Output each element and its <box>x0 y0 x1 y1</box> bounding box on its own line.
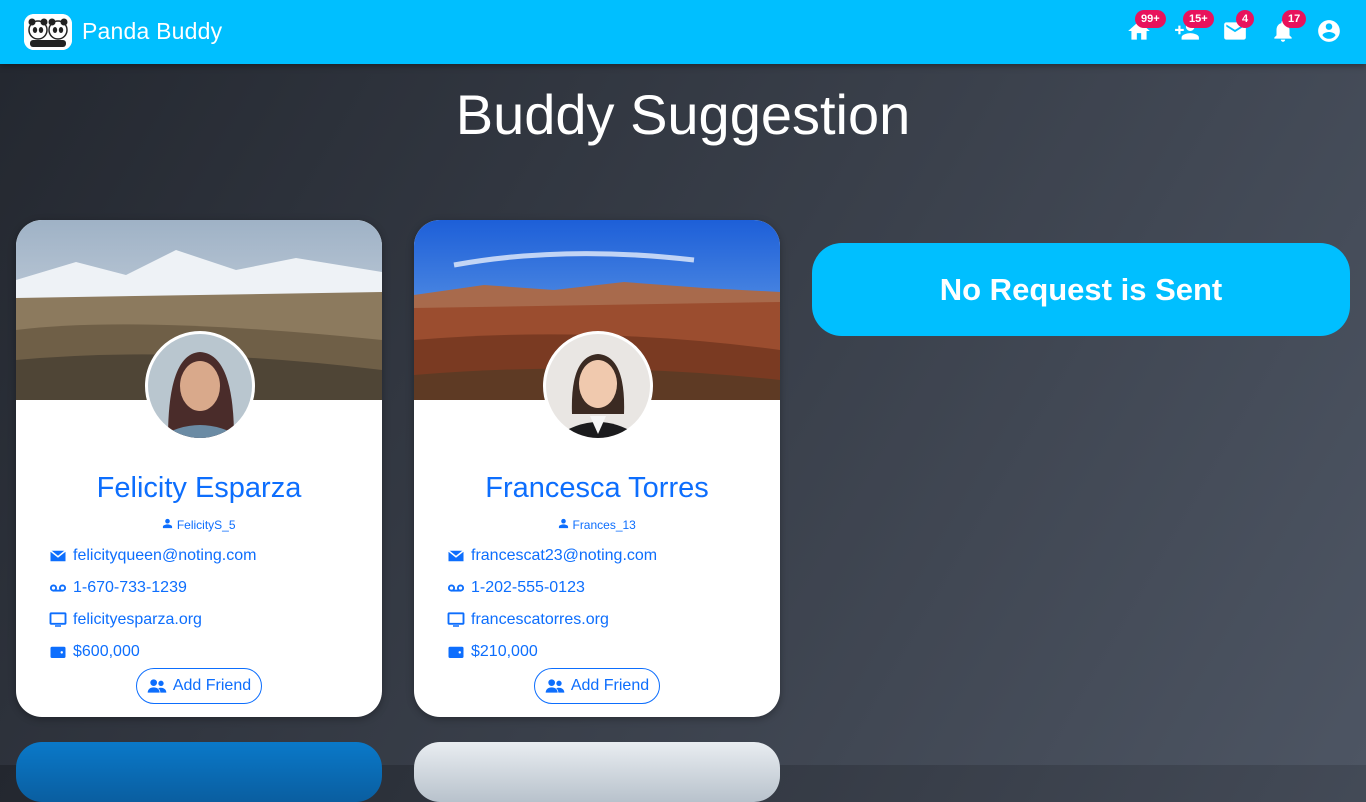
friend-request-icon[interactable]: 15+ <box>1174 10 1214 44</box>
desktop-icon <box>447 612 465 627</box>
mail-badge: 4 <box>1236 10 1255 28</box>
user-icon <box>163 518 173 529</box>
notification-badge: 17 <box>1282 10 1307 28</box>
buddy-card: Felicity Esparza FelicityS_5 felicityque… <box>16 220 382 717</box>
wallet-row: $600,000 <box>49 641 140 663</box>
phone-text: 1-670-733-1239 <box>73 579 187 596</box>
wallet-icon <box>50 646 66 658</box>
mail-icon[interactable]: 4 <box>1222 10 1255 44</box>
username-text: Frances_13 <box>572 518 636 532</box>
users-icon <box>147 679 167 693</box>
amount-text: $600,000 <box>73 643 140 660</box>
email-text: felicityqueen@noting.com <box>73 547 257 564</box>
user-icon <box>559 518 569 529</box>
phone-text: 1-202-555-0123 <box>471 579 585 596</box>
envelope-icon <box>448 550 464 562</box>
app-name[interactable]: Panda Buddy <box>82 18 222 45</box>
users-icon <box>545 679 565 693</box>
add-friend-label: Add Friend <box>570 677 650 694</box>
email-row[interactable]: felicityqueen@noting.com <box>49 545 256 567</box>
email-row[interactable]: francescat23@noting.com <box>447 545 657 567</box>
add-friend-label: Add Friend <box>172 677 252 694</box>
envelope-icon <box>50 550 66 562</box>
email-text: francescat23@noting.com <box>471 547 658 564</box>
buddy-card: Francesca Torres Frances_13 francescat23… <box>414 220 780 717</box>
no-request-panel: No Request is Sent <box>812 243 1350 336</box>
panda-logo-icon[interactable] <box>24 14 72 50</box>
phone-row[interactable]: 1-202-555-0123 <box>447 577 585 599</box>
voicemail-icon <box>49 584 67 592</box>
wallet-icon <box>448 646 464 658</box>
voicemail-icon <box>447 584 465 592</box>
avatar <box>543 331 653 441</box>
buddy-card-partial <box>414 742 780 802</box>
desktop-icon <box>49 612 67 627</box>
bell-icon[interactable]: 17 <box>1270 10 1307 44</box>
add-friend-button[interactable]: Add Friend <box>136 668 262 704</box>
page-title: Buddy Suggestion <box>455 83 911 146</box>
home-icon[interactable]: 99+ <box>1126 10 1166 44</box>
add-friend-button[interactable]: Add Friend <box>534 668 660 704</box>
buddy-username: Frances_13 <box>414 518 780 532</box>
home-badge: 99+ <box>1135 10 1166 28</box>
buddy-card-partial <box>16 742 382 802</box>
wallet-row: $210,000 <box>447 641 538 663</box>
website-row[interactable]: felicityesparza.org <box>49 609 202 631</box>
buddy-name[interactable]: Francesca Torres <box>414 472 780 505</box>
buddy-name[interactable]: Felicity Esparza <box>16 472 382 505</box>
phone-row[interactable]: 1-670-733-1239 <box>49 577 187 599</box>
amount-text: $210,000 <box>471 643 538 660</box>
friend-request-badge: 15+ <box>1183 10 1214 28</box>
account-icon[interactable] <box>1316 18 1342 44</box>
website-text: francescatorres.org <box>471 611 609 628</box>
buddy-username: FelicityS_5 <box>16 518 382 532</box>
website-text: felicityesparza.org <box>73 611 202 628</box>
website-row[interactable]: francescatorres.org <box>447 609 609 631</box>
top-navbar: Panda Buddy 99+ 15+ 4 17 <box>0 0 1366 64</box>
avatar <box>145 331 255 441</box>
username-text: FelicityS_5 <box>176 518 236 532</box>
